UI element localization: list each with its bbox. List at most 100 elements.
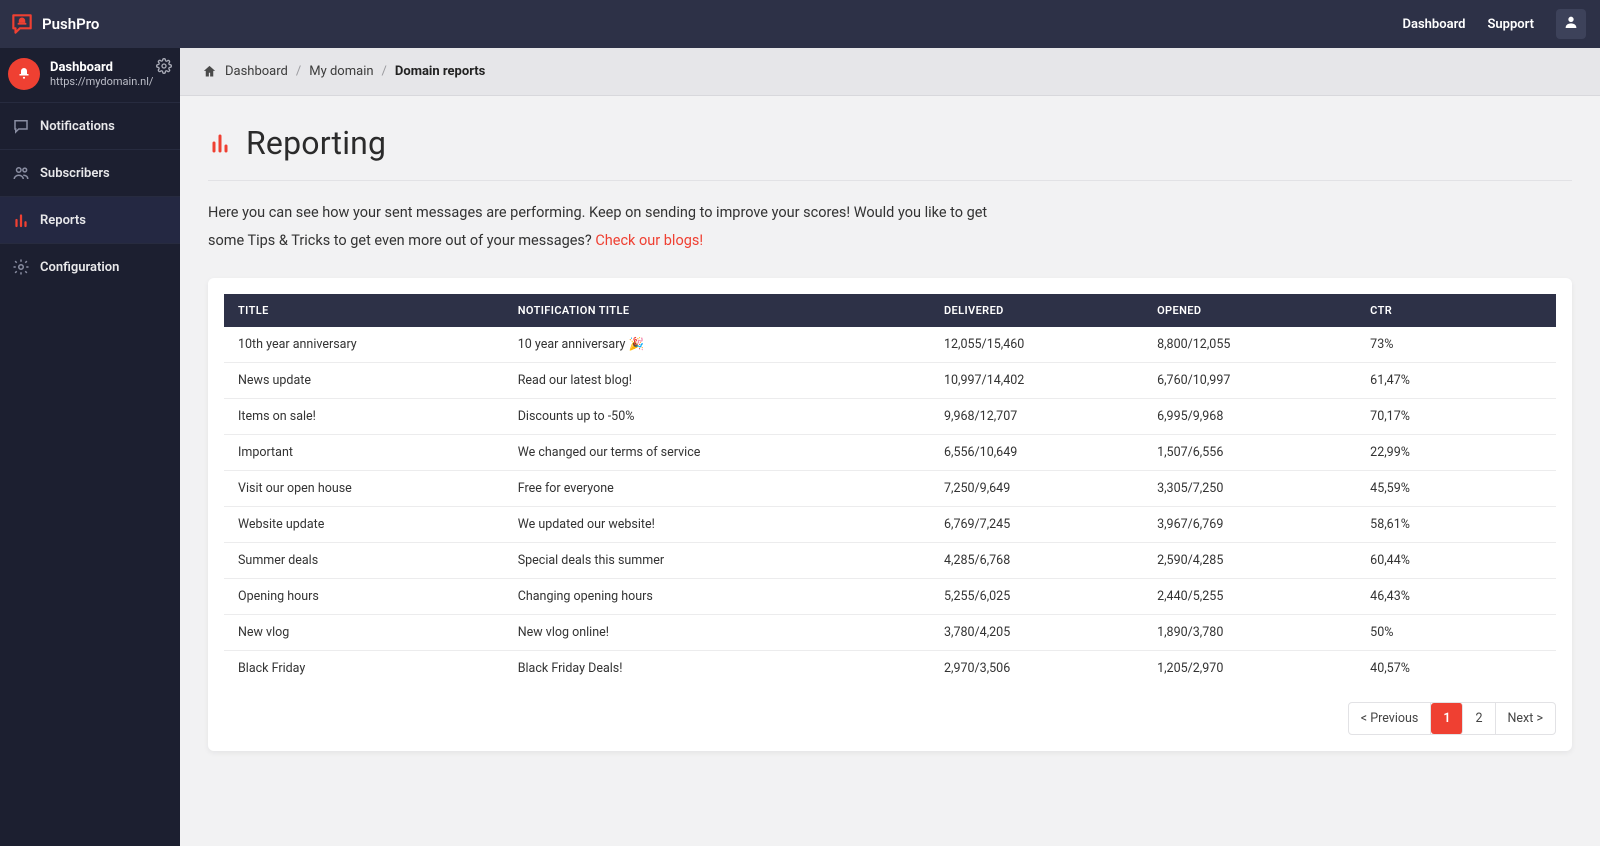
domain-avatar [8,58,40,90]
cell-title: Opening hours [224,579,504,615]
chat-icon [12,117,30,135]
user-icon [1563,14,1579,34]
cell-opened: 2,440/5,255 [1143,579,1356,615]
cell-delivered: 2,970/3,506 [930,651,1143,687]
table-row[interactable]: Black FridayBlack Friday Deals!2,970/3,5… [224,651,1556,687]
home-icon[interactable] [202,64,217,79]
breadcrumb-separator: / [296,64,301,79]
table-row[interactable]: Opening hoursChanging opening hours5,255… [224,579,1556,615]
brand-name: PushPro [42,15,99,33]
cell-title: Summer deals [224,543,504,579]
cell-delivered: 6,556/10,649 [930,435,1143,471]
sidebar-item-subscribers[interactable]: Subscribers [0,149,180,196]
brand-logo-icon [8,10,36,38]
sidebar-item-reports[interactable]: Reports [0,196,180,243]
cell-opened: 3,967/6,769 [1143,507,1356,543]
sidebar-item-notifications[interactable]: Notifications [0,102,180,149]
user-menu-button[interactable] [1556,9,1586,39]
cell-ntitle: We updated our website! [504,507,930,543]
cell-ctr: 60,44% [1356,543,1556,579]
pagination: < Previous 12 Next > [1348,702,1556,735]
cell-ctr: 50% [1356,615,1556,651]
pagination-page-2[interactable]: 2 [1463,703,1495,734]
check-blogs-link[interactable]: Check our blogs! [595,232,703,249]
cell-opened: 2,590/4,285 [1143,543,1356,579]
domain-settings-gear-icon[interactable] [156,58,172,78]
pagination-next[interactable]: Next > [1496,703,1555,734]
cell-delivered: 10,997/14,402 [930,363,1143,399]
cell-delivered: 3,780/4,205 [930,615,1143,651]
cell-delivered: 6,769/7,245 [930,507,1143,543]
cell-opened: 1,507/6,556 [1143,435,1356,471]
cell-delivered: 9,968/12,707 [930,399,1143,435]
page-header: Reporting [208,124,1572,181]
cell-ntitle: We changed our terms of service [504,435,930,471]
th-delivered[interactable]: Delivered [930,294,1143,327]
breadcrumb-my-domain[interactable]: My domain [309,64,373,79]
th-title[interactable]: Title [224,294,504,327]
breadcrumb-dashboard[interactable]: Dashboard [225,64,288,79]
cell-title: Items on sale! [224,399,504,435]
pagination-prev[interactable]: < Previous [1349,703,1432,734]
breadcrumb-separator: / [382,64,387,79]
cell-ctr: 58,61% [1356,507,1556,543]
cell-ctr: 45,59% [1356,471,1556,507]
topbar-link-support[interactable]: Support [1487,17,1534,32]
table-row[interactable]: Summer dealsSpecial deals this summer4,2… [224,543,1556,579]
cell-delivered: 7,250/9,649 [930,471,1143,507]
report-table: Title Notification title Delivered Opene… [224,294,1556,686]
table-row[interactable]: Visit our open houseFree for everyone7,2… [224,471,1556,507]
cell-opened: 1,890/3,780 [1143,615,1356,651]
topbar-link-dashboard[interactable]: Dashboard [1403,17,1466,32]
topbar-right: Dashboard Support [1403,9,1586,39]
page-title: Reporting [246,124,386,162]
sidebar-header[interactable]: Dashboard https://mydomain.nl/ [0,48,180,102]
sidebar-title: Dashboard [50,60,153,75]
cell-title: Black Friday [224,651,504,687]
cell-opened: 8,800/12,055 [1143,327,1356,363]
table-row[interactable]: 10th year anniversary10 year anniversary… [224,327,1556,363]
bar-chart-icon [12,211,30,229]
sidebar-item-configuration[interactable]: Configuration [0,243,180,290]
cell-ctr: 61,47% [1356,363,1556,399]
th-opened[interactable]: Opened [1143,294,1356,327]
topbar: PushPro Dashboard Support [0,0,1600,48]
brand[interactable]: PushPro [8,10,99,38]
cell-ctr: 46,43% [1356,579,1556,615]
cell-delivered: 4,285/6,768 [930,543,1143,579]
report-card: Title Notification title Delivered Opene… [208,278,1572,751]
cell-ntitle: Read our latest blog! [504,363,930,399]
cell-opened: 6,995/9,968 [1143,399,1356,435]
cell-title: 10th year anniversary [224,327,504,363]
table-row[interactable]: Website updateWe updated our website!6,7… [224,507,1556,543]
table-row[interactable]: New vlogNew vlog online!3,780/4,2051,890… [224,615,1556,651]
sidebar-item-label: Notifications [40,119,115,134]
cell-ctr: 40,57% [1356,651,1556,687]
breadcrumb-current: Domain reports [395,64,485,79]
cell-ctr: 22,99% [1356,435,1556,471]
sidebar-item-label: Configuration [40,260,119,275]
users-icon [12,164,30,182]
pagination-page-1[interactable]: 1 [1431,703,1463,734]
th-notification-title[interactable]: Notification title [504,294,930,327]
cell-title: Visit our open house [224,471,504,507]
cell-title: News update [224,363,504,399]
cell-opened: 6,760/10,997 [1143,363,1356,399]
table-row[interactable]: Items on sale!Discounts up to -50%9,968/… [224,399,1556,435]
table-row[interactable]: ImportantWe changed our terms of service… [224,435,1556,471]
sidebar-subtitle: https://mydomain.nl/ [50,75,153,88]
cell-delivered: 5,255/6,025 [930,579,1143,615]
cell-ntitle: Special deals this summer [504,543,930,579]
cell-opened: 3,305/7,250 [1143,471,1356,507]
sidebar-item-label: Reports [40,213,86,228]
table-row[interactable]: News updateRead our latest blog!10,997/1… [224,363,1556,399]
cell-delivered: 12,055/15,460 [930,327,1143,363]
gear-icon [12,258,30,276]
cell-title: Important [224,435,504,471]
sidebar-item-label: Subscribers [40,166,110,181]
main: Dashboard / My domain / Domain reports R… [180,48,1600,846]
cell-ntitle: Black Friday Deals! [504,651,930,687]
cell-ntitle: Discounts up to -50% [504,399,930,435]
bar-chart-icon [208,131,232,155]
th-ctr[interactable]: CTR [1356,294,1556,327]
